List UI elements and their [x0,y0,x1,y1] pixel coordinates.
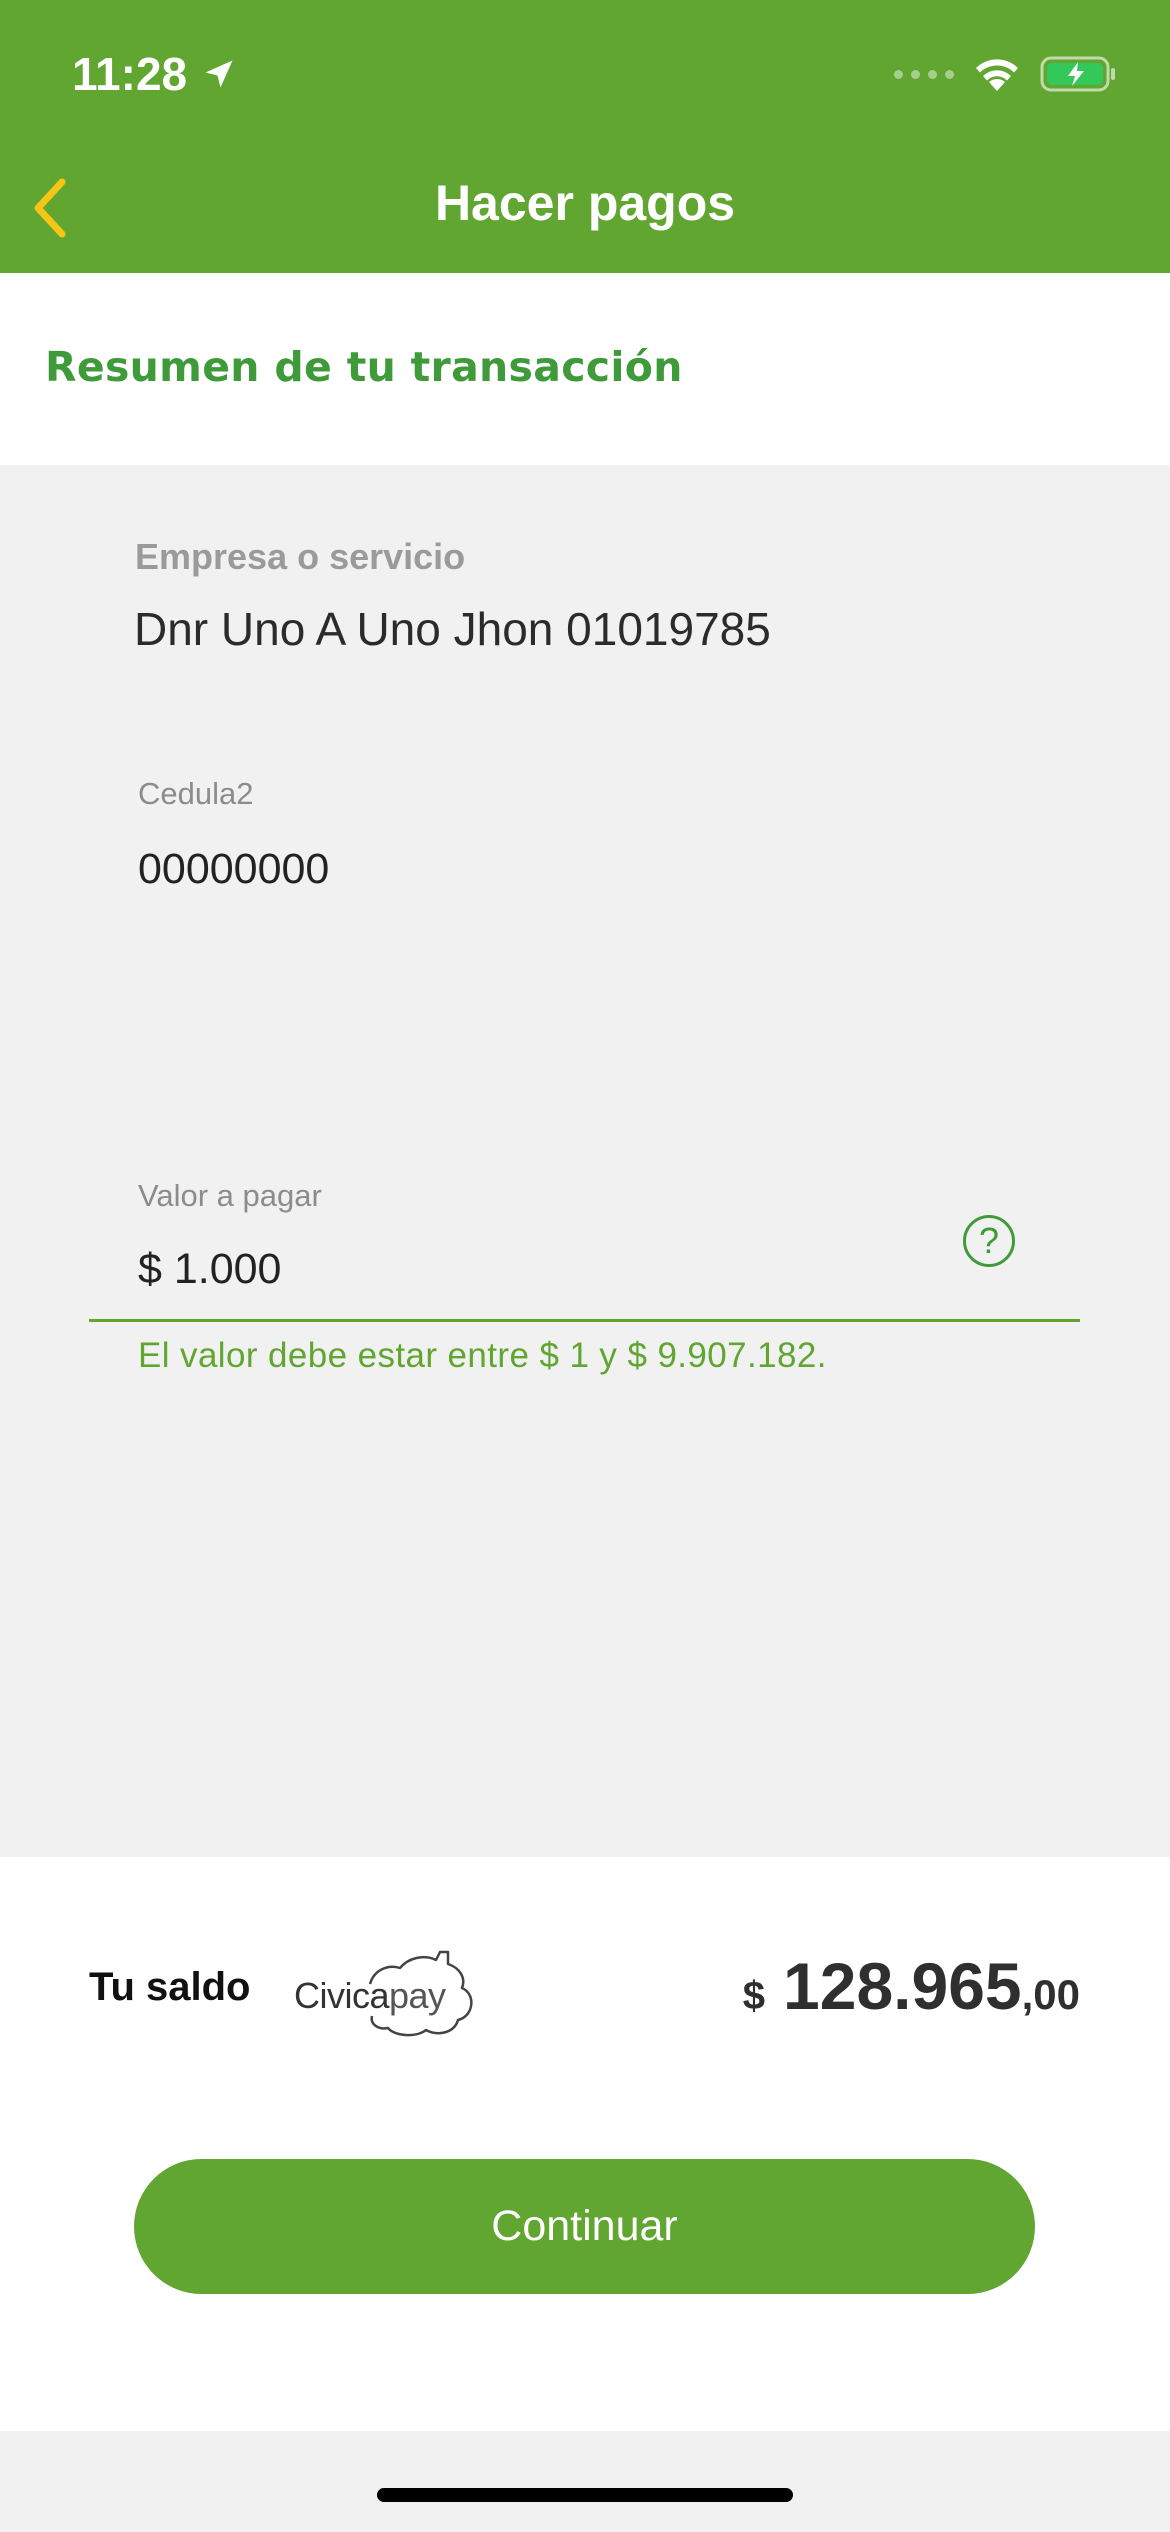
app-header: 11:28 Hacer pagos [0,0,1170,273]
balance-decimals: ,00 [1021,1971,1080,2018]
summary-section: Resumen de tu transacción [0,273,1170,465]
balance-currency: $ [742,1974,766,2018]
id-value: 00000000 [138,845,330,893]
amount-input-underline [89,1319,1080,1322]
company-value: Dnr Uno A Uno Jhon 01019785 [134,603,771,655]
status-time: 11:28 [72,44,237,104]
balance-integer: 128.965 [783,1949,1022,2023]
balance-label: Tu saldo [89,1965,251,2009]
civicapay-logo-text: Civicapay [294,1975,446,2017]
logo-suffix: pay [389,1975,446,2016]
page-title: Hacer pagos [434,175,736,231]
wifi-icon [976,59,1018,91]
payment-summary-screen: 11:28 Hacer pagos Resumen de tu transacc… [0,0,1170,2532]
status-indicators [894,48,1118,100]
location-arrow-icon [205,60,233,88]
id-label: Cedula2 [138,776,254,811]
cellular-dots-icon [894,69,954,79]
status-time-text: 11:28 [72,48,188,100]
balance-panel [0,1857,1170,2431]
help-icon[interactable]: ? [963,1215,1015,1267]
home-indicator[interactable] [377,2488,793,2502]
summary-title: Resumen de tu transacción [45,343,683,391]
amount-input[interactable]: $ 1.000 [138,1245,281,1294]
amount-label: Valor a pagar [138,1178,322,1213]
continue-button[interactable]: Continuar [134,2159,1035,2294]
logo-brand: Civica [294,1975,390,2016]
balance-amount: $ 128.965 ,00 [743,1948,1080,2024]
company-label: Empresa o servicio [135,536,466,577]
battery-charging-icon [1040,56,1115,92]
amount-hint: El valor debe estar entre $ 1 y $ 9.907.… [138,1336,827,1375]
